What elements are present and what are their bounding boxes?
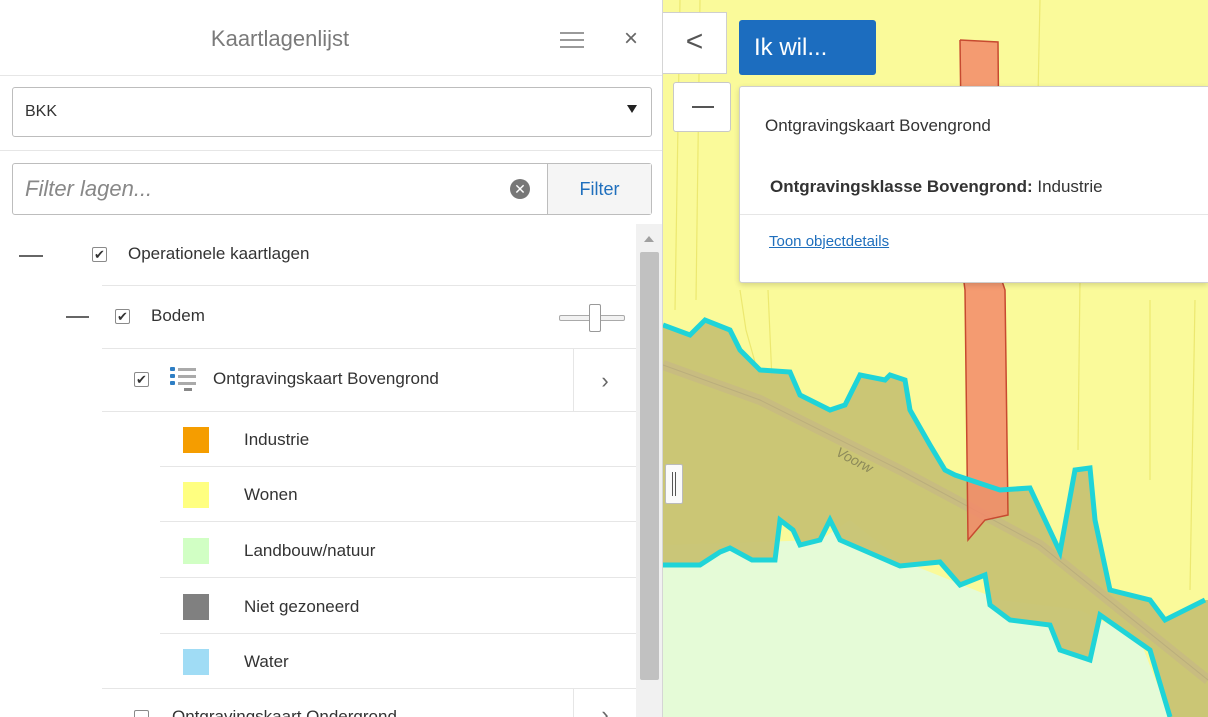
clear-icon[interactable]: ✕ xyxy=(510,179,530,199)
legend-label: Niet gezoneerd xyxy=(244,597,360,616)
legend-swatch xyxy=(183,649,209,675)
divider xyxy=(740,214,1208,215)
filter-input[interactable] xyxy=(13,164,543,214)
legend-label: Water xyxy=(244,652,289,671)
divider xyxy=(0,150,662,151)
panel-resize-handle[interactable] xyxy=(665,464,683,504)
group-label: Operationele kaartlagen xyxy=(128,244,310,263)
legend-item: Industrie xyxy=(0,412,636,467)
legend-item: Landbouw/natuur xyxy=(0,522,636,578)
panel-header: Kaartlagenlijst × xyxy=(0,0,662,76)
dataset-select-value: BKK xyxy=(25,103,58,120)
tree-group-row: ✔ Operationele kaartlagen xyxy=(0,224,636,286)
legend-list-icon[interactable] xyxy=(170,365,196,391)
subgroup-label: Bodem xyxy=(151,306,205,325)
ik-wil-button[interactable]: Ik wil... xyxy=(739,20,876,75)
filter-button[interactable]: Filter xyxy=(547,164,651,214)
caret-down-icon xyxy=(627,105,637,113)
filter-bar: ✕ Filter xyxy=(12,163,652,215)
legend-label: Industrie xyxy=(244,430,310,449)
subgroup-checkbox[interactable]: ✔ xyxy=(115,309,130,324)
hamburger-icon[interactable] xyxy=(560,32,584,50)
collapse-panel-button[interactable]: < xyxy=(663,12,727,74)
popup-attribute-value: Industrie xyxy=(1032,177,1103,196)
popup-title: Ontgravingskaart Bovengrond xyxy=(765,116,991,135)
minus-icon xyxy=(692,106,714,108)
legend-label: Landbouw/natuur xyxy=(244,541,376,560)
slider-thumb[interactable] xyxy=(589,304,601,332)
zoom-out-button[interactable] xyxy=(673,82,731,132)
layer-label: Ontgravingskaart Bovengrond xyxy=(213,369,439,388)
chevron-right-icon[interactable]: › xyxy=(573,689,636,717)
legend-swatch xyxy=(183,594,209,620)
chevron-right-icon[interactable]: › xyxy=(573,349,636,412)
layer-tree: ✔ Operationele kaartlagen ✔ Bodem ✔ Ontg… xyxy=(0,224,636,717)
legend-item: Wonen xyxy=(0,467,636,522)
legend-swatch xyxy=(183,538,209,564)
scrollbar[interactable] xyxy=(636,224,662,717)
close-icon[interactable]: × xyxy=(624,26,638,52)
collapse-icon[interactable] xyxy=(66,316,89,318)
popup-attribute-name: Ontgravingsklasse Bovengrond: xyxy=(770,177,1033,196)
layer-label: Ontgravingskaart Ondergrond xyxy=(172,707,397,717)
feature-popup: Ontgravingskaart Bovengrond Ontgravingsk… xyxy=(739,86,1208,283)
object-details-link[interactable]: Toon objectdetails xyxy=(769,233,889,250)
layer-checkbox[interactable] xyxy=(134,710,149,717)
scroll-up-icon[interactable] xyxy=(644,236,654,242)
collapse-icon[interactable] xyxy=(19,255,43,257)
opacity-slider[interactable] xyxy=(559,304,625,332)
scroll-thumb[interactable] xyxy=(640,252,659,680)
tree-subgroup-row: ✔ Bodem xyxy=(0,286,636,349)
tree-layer-row[interactable]: Ontgravingskaart Ondergrond › xyxy=(0,689,636,717)
popup-attribute: Ontgravingsklasse Bovengrond: Industrie xyxy=(770,177,1103,197)
dataset-select[interactable]: BKK xyxy=(12,87,652,137)
tree-layer-row[interactable]: ✔ Ontgravingskaart Bovengrond › xyxy=(0,349,636,412)
legend-swatch xyxy=(183,482,209,508)
legend-item: Niet gezoneerd xyxy=(0,578,636,634)
legend-swatch xyxy=(183,427,209,453)
legend-label: Wonen xyxy=(244,485,298,504)
layer-checkbox[interactable]: ✔ xyxy=(134,372,149,387)
legend-item: Water xyxy=(0,634,636,689)
group-checkbox[interactable]: ✔ xyxy=(92,247,107,262)
layer-list-panel: Kaartlagenlijst × BKK ✕ Filter ✔ Operati… xyxy=(0,0,663,717)
panel-title: Kaartlagenlijst xyxy=(210,26,350,51)
